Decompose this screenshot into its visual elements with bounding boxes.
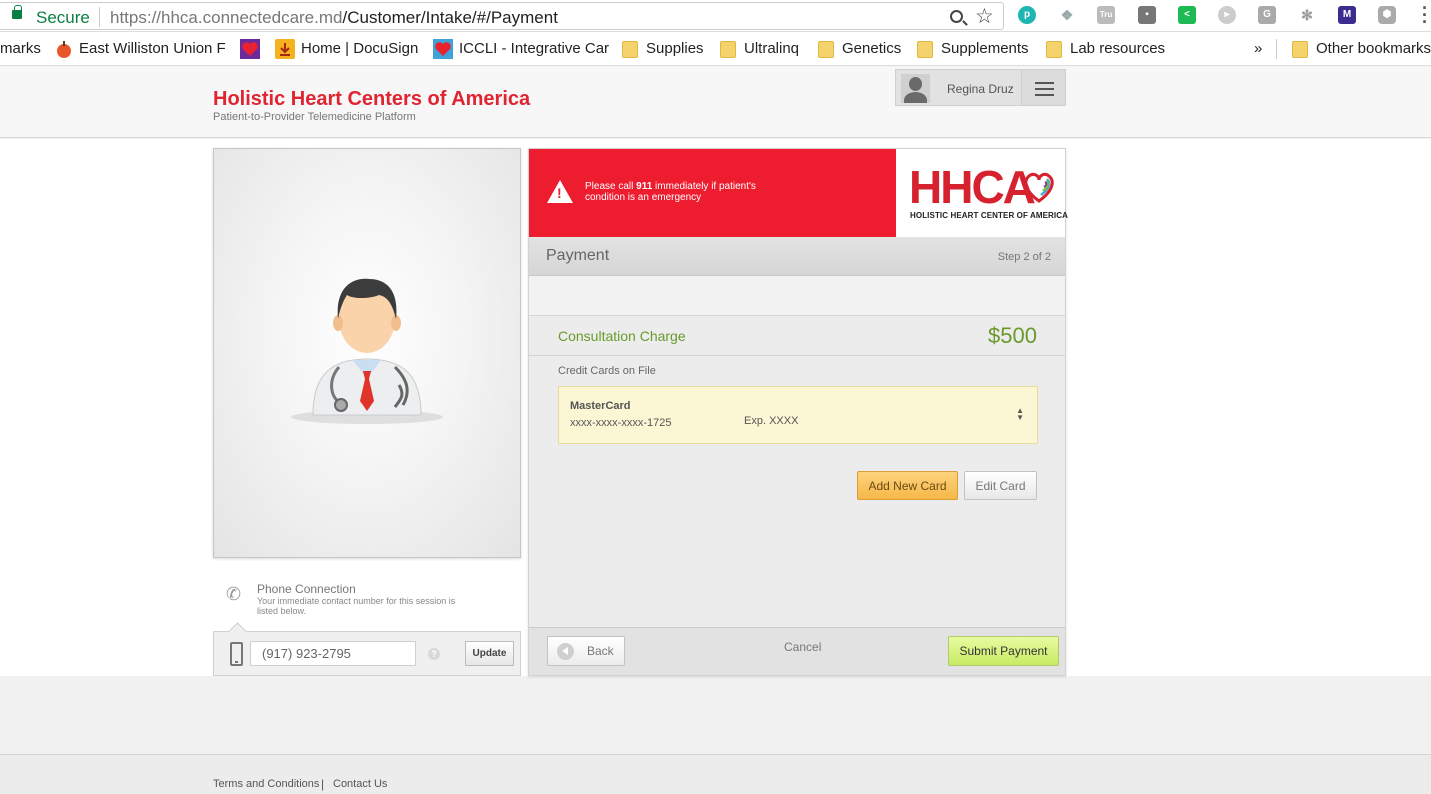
bookmark-other[interactable]: Other bookmarks	[1316, 40, 1431, 57]
back-label: Back	[587, 644, 614, 658]
apple-icon	[54, 39, 74, 59]
extension-tru-icon[interactable]: Tru	[1097, 6, 1115, 24]
bookmarks-separator	[1276, 39, 1277, 59]
phone-connection-description: Your immediate contact number for this s…	[257, 596, 456, 616]
docusign-icon	[275, 39, 295, 59]
consultation-charge-row: Consultation Charge $500	[529, 316, 1065, 356]
payment-panel: Please call 911 immediately if patient's…	[528, 148, 1069, 676]
select-arrows-icon: ▲ ▼	[1016, 406, 1024, 422]
extension-g-icon[interactable]: G	[1258, 6, 1276, 24]
zoom-icon[interactable]	[950, 10, 963, 23]
card-brand: MasterCard	[570, 400, 631, 412]
help-icon[interactable]: ?	[428, 648, 440, 660]
logo-heart-icon	[1024, 172, 1054, 203]
edit-card-button[interactable]: Edit Card	[964, 471, 1037, 500]
hamburger-menu-icon[interactable]	[1022, 69, 1066, 106]
phone-number-input[interactable]	[250, 641, 416, 666]
site-title[interactable]: Holistic Heart Centers of America	[213, 88, 530, 111]
page-title: Payment	[546, 247, 610, 264]
folder-icon	[1046, 41, 1062, 58]
step-indicator: Step 2 of 2	[997, 251, 1051, 263]
share-icon[interactable]: <	[1178, 6, 1196, 24]
bookmark-iccli[interactable]: ICCLI - Integrative Car	[459, 40, 609, 57]
emergency-alert: Please call 911 immediately if patient's…	[529, 149, 896, 237]
dropbox-icon[interactable]: ❖	[1058, 6, 1076, 24]
url-separator	[99, 7, 100, 27]
cards-on-file-label: Credit Cards on File	[558, 365, 656, 377]
credit-card-select[interactable]: MasterCard xxxx-xxxx-xxxx-1725 Exp. XXXX…	[558, 386, 1038, 444]
charge-amount: $500	[988, 323, 1037, 348]
warning-icon	[547, 180, 573, 203]
phone-icon: ✆	[226, 584, 242, 604]
alert-text: Please call 911 immediately if patient's…	[585, 181, 785, 203]
bookmark-east-williston[interactable]: East Williston Union F	[79, 40, 226, 57]
extension-p-icon[interactable]: p	[1018, 6, 1036, 24]
alert-emergency-number: 911	[636, 181, 653, 192]
browser-address-bar: Secure https://hhca.connectedcare.md/Cus…	[0, 0, 1431, 32]
browser-menu-icon[interactable]: · · ·	[1422, 0, 1428, 31]
payment-header: Payment Step 2 of 2	[529, 237, 1065, 276]
bookmark-docusign[interactable]: Home | DocuSign	[301, 40, 418, 57]
submit-payment-button[interactable]: Submit Payment	[948, 636, 1059, 666]
alert-text-before: Please call	[585, 181, 637, 192]
url-text[interactable]: https://hhca.connectedcare.md/Customer/I…	[110, 8, 558, 28]
bookmark-lab-resources[interactable]: Lab resources	[1070, 40, 1165, 57]
extension-circle-icon[interactable]: ▸	[1218, 6, 1236, 24]
site-footer: Terms and Conditions | Contact Us	[0, 754, 1431, 794]
mobile-phone-icon	[230, 642, 243, 666]
footer-separator: |	[321, 777, 325, 791]
extension-m-icon[interactable]: M	[1338, 6, 1356, 24]
bookmark-supplies[interactable]: Supplies	[646, 40, 704, 57]
site-subtitle: Patient-to-Provider Telemedicine Platfor…	[213, 111, 416, 123]
card-number: xxxx-xxxx-xxxx-1725	[570, 417, 672, 429]
provider-video-panel	[213, 148, 521, 558]
card-expiration: Exp. XXXX	[744, 415, 799, 427]
charge-label: Consultation Charge	[558, 328, 686, 344]
back-button[interactable]: Back	[547, 636, 625, 666]
extension-cube-icon[interactable]: ⬢	[1378, 6, 1396, 24]
user-menu[interactable]: Regina Druz	[895, 69, 1022, 106]
url-path: /Customer/Intake/#/Payment	[342, 8, 558, 27]
contact-link[interactable]: Contact Us	[333, 778, 387, 790]
phone-number-box: ? Update	[213, 631, 521, 676]
bookmarks-cut-label[interactable]: marks	[0, 40, 41, 57]
logo-subtitle: HOLISTIC HEART CENTER OF AMERICA	[910, 211, 1069, 220]
payment-footer: Back Cancel Submit Payment	[529, 627, 1065, 675]
snowflake-icon[interactable]: ✻	[1298, 6, 1316, 24]
bookmark-star-icon[interactable]: ☆	[975, 4, 994, 29]
extension-note-icon[interactable]: ▪	[1138, 6, 1156, 24]
hhca-logo: HHCA HOLISTIC HEART CENTER OF AMERICA	[896, 149, 1069, 237]
heart-icon	[240, 39, 260, 59]
user-name: Regina Druz	[947, 82, 1014, 96]
terms-link[interactable]: Terms and Conditions	[213, 778, 319, 790]
bookmarks-bar: marks East Williston Union F Home | Docu…	[0, 32, 1431, 66]
bookmark-ultralinq[interactable]: Ultralinq	[744, 40, 799, 57]
folder-icon	[720, 41, 736, 58]
update-button[interactable]: Update	[465, 641, 514, 666]
more-bookmarks-chevron[interactable]: »	[1254, 40, 1262, 57]
cancel-link[interactable]: Cancel	[784, 640, 821, 654]
phone-connection-title: Phone Connection	[257, 582, 356, 596]
lower-background	[0, 676, 1431, 754]
logo-text: HHCA	[909, 161, 1036, 213]
doctor-avatar-icon	[291, 278, 443, 424]
folder-icon	[818, 41, 834, 58]
add-new-card-button[interactable]: Add New Card	[857, 471, 958, 500]
site-header: Holistic Heart Centers of America Patien…	[0, 67, 1431, 138]
secure-label: Secure	[36, 8, 90, 27]
url-host: https://hhca.connectedcare.md	[110, 8, 343, 27]
back-arrow-icon	[557, 643, 574, 660]
folder-icon	[917, 41, 933, 58]
lock-icon	[12, 5, 22, 19]
omnibox[interactable]: Secure https://hhca.connectedcare.md/Cus…	[0, 2, 1004, 30]
folder-icon	[622, 41, 638, 58]
payment-spacer	[529, 276, 1065, 316]
heart-icon	[433, 39, 453, 59]
bookmark-supplements[interactable]: Supplements	[941, 40, 1029, 57]
avatar	[901, 74, 930, 103]
bookmark-genetics[interactable]: Genetics	[842, 40, 901, 57]
folder-icon	[1292, 41, 1308, 58]
